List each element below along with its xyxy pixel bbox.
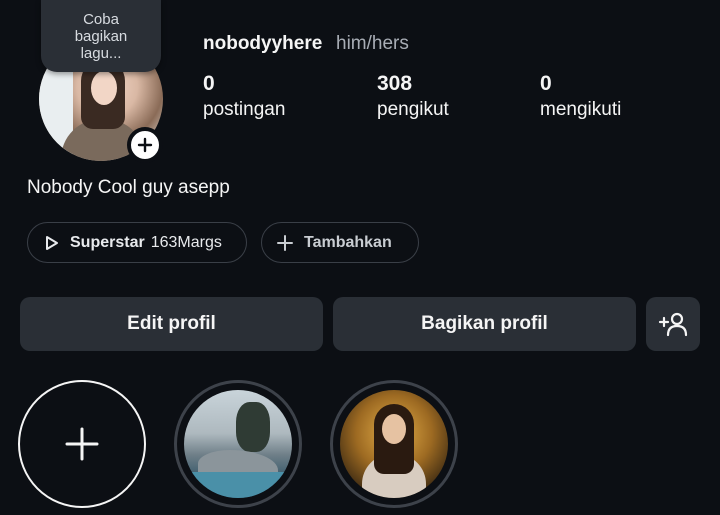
stat-followers[interactable]: 308 pengikut — [377, 72, 449, 121]
username: nobodyyhere — [203, 33, 323, 54]
plus-icon — [277, 234, 293, 251]
profile-screen: Coba bagikan lagu... nobodyyhere him/her… — [0, 0, 720, 515]
bio-text: Nobody Cool guy asepp — [27, 177, 230, 198]
edit-profile-button[interactable]: Edit profil — [20, 297, 323, 351]
plus-icon — [137, 137, 153, 153]
add-person-icon — [658, 312, 688, 337]
add-story-button[interactable] — [127, 127, 163, 163]
stat-value: 0 — [540, 72, 552, 95]
share-profile-label: Bagikan profil — [421, 313, 548, 334]
add-link-chip[interactable]: Tambahkan — [261, 222, 419, 263]
stat-following[interactable]: 0 mengikuti — [540, 72, 621, 121]
note-bubble[interactable]: Coba bagikan lagu... — [41, 0, 161, 72]
music-title: Superstar — [70, 233, 145, 251]
edit-profile-label: Edit profil — [127, 313, 216, 334]
play-icon — [46, 235, 58, 250]
plus-icon — [65, 427, 99, 461]
stat-label: postingan — [203, 99, 286, 120]
add-chip-label: Tambahkan — [304, 233, 392, 251]
highlight-item[interactable] — [330, 380, 458, 508]
stat-label: pengikut — [377, 99, 449, 120]
note-text: Coba bagikan lagu... — [74, 10, 128, 62]
highlight-cover-image — [184, 390, 292, 498]
stat-value: 0 — [203, 72, 215, 95]
stat-posts[interactable]: 0 postingan — [203, 72, 285, 121]
stat-label: mengikuti — [540, 99, 622, 120]
share-profile-button[interactable]: Bagikan profil — [333, 297, 636, 351]
music-chip[interactable]: Superstar 163Margs — [27, 222, 247, 263]
highlight-item[interactable] — [174, 380, 302, 508]
discover-people-button[interactable] — [646, 297, 700, 351]
highlight-cover-image — [340, 390, 448, 498]
pronouns: him/hers — [336, 33, 409, 54]
new-highlight-button[interactable] — [18, 380, 146, 508]
stat-value: 308 — [377, 72, 413, 95]
music-artist: 163Margs — [150, 233, 222, 251]
